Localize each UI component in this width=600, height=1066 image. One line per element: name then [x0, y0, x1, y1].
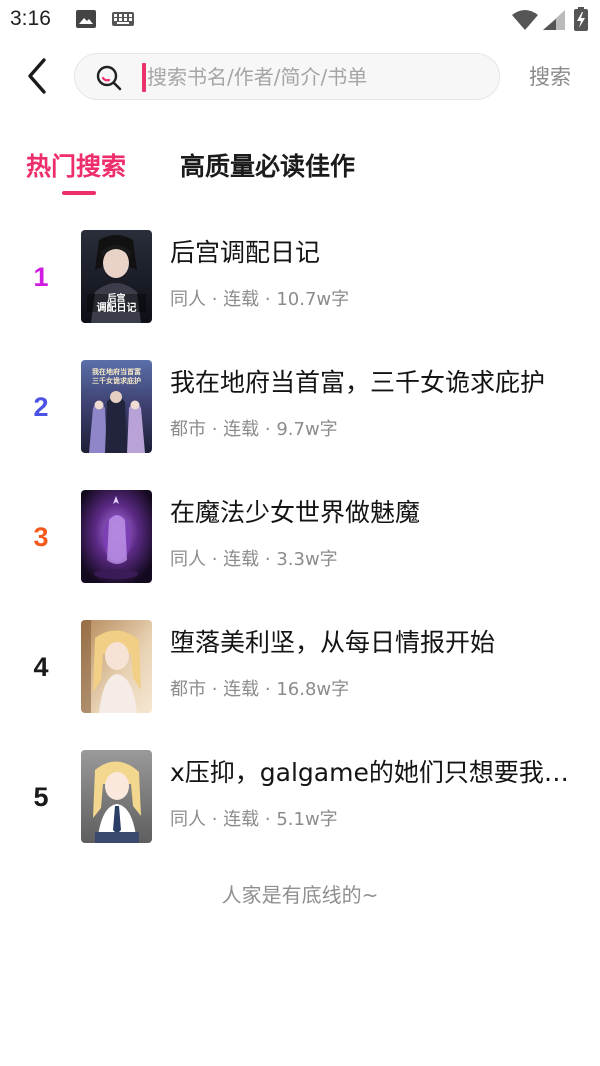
- list-item[interactable]: 4 堕落美利坚，从每日情报开始 都市 · 连载 · 16.8w字: [0, 617, 600, 747]
- keyboard-icon: [112, 12, 134, 26]
- book-title: 堕落美利坚，从每日情报开始: [170, 628, 496, 657]
- svg-text:我在地府当首富: 我在地府当首富: [92, 367, 141, 376]
- status-time: 3:16: [10, 7, 51, 30]
- rank-number: 3: [33, 522, 49, 552]
- wifi-icon: [512, 10, 538, 30]
- book-title: 我在地府当首富，三千女诡求庇护: [170, 368, 546, 397]
- book-cover: [81, 490, 152, 583]
- book-meta: 都市 · 连载 · 9.7w字: [170, 419, 338, 440]
- search-button[interactable]: 搜索: [520, 60, 580, 94]
- book-meta: 都市 · 连载 · 16.8w字: [170, 679, 350, 700]
- list-item[interactable]: 5 x压抑，galgame的她们只想要我… 同人 · 连载 · 5.1w字: [0, 747, 600, 877]
- book-cover: 我在地府当首富 三千女诡求庇护: [81, 360, 152, 453]
- book-cover: [81, 620, 152, 713]
- book-meta: 同人 · 连载 · 10.7w字: [170, 289, 350, 310]
- active-tab-indicator: [62, 191, 96, 195]
- status-bar: 3:16: [0, 0, 600, 40]
- rank-number: 4: [33, 652, 49, 682]
- text-cursor: [142, 63, 146, 92]
- search-input[interactable]: [147, 54, 487, 99]
- gallery-icon: [76, 10, 96, 28]
- rank-number: 5: [33, 782, 49, 812]
- book-title: 后宫调配日记: [170, 238, 321, 267]
- signal-icon: [543, 10, 565, 30]
- tab-hot-search[interactable]: 热门搜索: [26, 146, 126, 188]
- search-box[interactable]: [74, 53, 500, 100]
- rank-number: 1: [33, 262, 49, 292]
- book-cover: [81, 750, 152, 843]
- back-button[interactable]: [20, 56, 56, 96]
- rank-number: 2: [33, 392, 49, 422]
- list-item[interactable]: 2 我在地府当首富 三千女诡求庇护 我在地府当首富，三千女诡求庇护 都市 · 连…: [0, 357, 600, 487]
- search-icon: [96, 65, 122, 91]
- book-cover: 后宫 调配日记: [81, 230, 152, 323]
- book-title: 在魔法少女世界做魅魔: [170, 498, 421, 527]
- book-meta: 同人 · 连载 · 5.1w字: [170, 809, 338, 830]
- battery-icon: [574, 7, 588, 31]
- svg-text:三千女诡求庇护: 三千女诡求庇护: [92, 376, 141, 385]
- hot-search-list: 1 后宫 调配日记 后宫调配日记 同人 · 连载 · 10.7w字 2 我在地府…: [0, 227, 600, 877]
- book-meta: 同人 · 连载 · 3.3w字: [170, 549, 338, 570]
- tab-quality-reads[interactable]: 高质量必读佳作: [180, 146, 355, 188]
- list-item[interactable]: 1 后宫 调配日记 后宫调配日记 同人 · 连载 · 10.7w字: [0, 227, 600, 357]
- chevron-left-icon: [28, 58, 46, 94]
- svg-text:调配日记: 调配日记: [97, 301, 137, 314]
- book-title: x压抑，galgame的她们只想要我…: [170, 758, 569, 787]
- list-item[interactable]: 3 在魔法少女世界做魅魔 同人 · 连载 · 3.3w字: [0, 487, 600, 617]
- end-of-list-note: 人家是有底线的~: [221, 883, 379, 907]
